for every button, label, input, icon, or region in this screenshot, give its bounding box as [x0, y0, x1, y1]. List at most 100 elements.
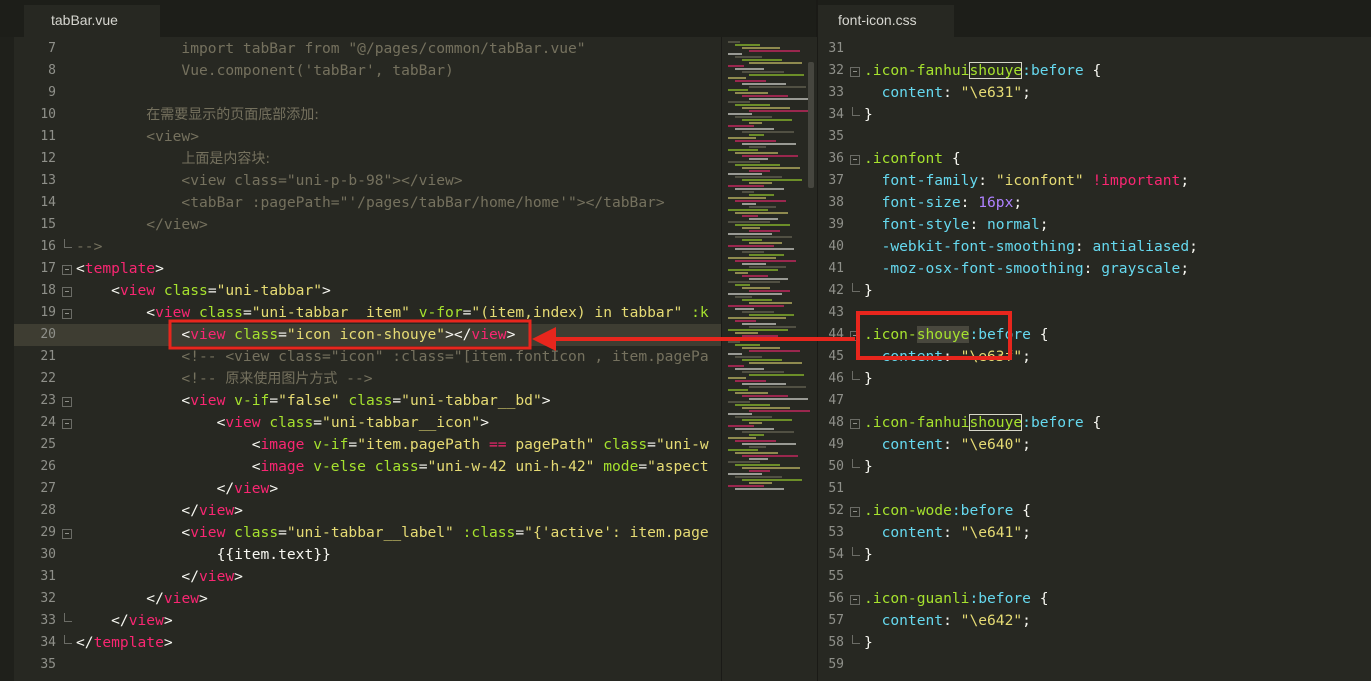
- code-token: :: [943, 524, 961, 541]
- code-line[interactable]: 29 <view class="uni-tabbar__label" :clas…: [14, 522, 721, 544]
- code-line[interactable]: 59: [818, 654, 1371, 676]
- code-line[interactable]: 20 <view class="icon icon-shouye"></view…: [14, 324, 721, 346]
- code-line[interactable]: 31 </view>: [14, 566, 721, 588]
- code-line[interactable]: 44 .icon-shouye:before {: [818, 324, 1371, 346]
- fold-toggle-icon[interactable]: [850, 595, 860, 605]
- code-token: content: [864, 84, 944, 101]
- minimap-line: [735, 284, 750, 286]
- fold-toggle-icon[interactable]: [850, 67, 860, 77]
- minimap-line: [742, 335, 778, 337]
- code-line[interactable]: 14 <tabBar :pagePath="'/pages/tabBar/hom…: [14, 192, 721, 214]
- line-number: 32: [40, 591, 56, 606]
- code-line[interactable]: 38 font-size: 16px;: [818, 192, 1371, 214]
- code-line[interactable]: 27 </view>: [14, 478, 721, 500]
- left-editor[interactable]: 7 import tabBar from "@/pages/common/tab…: [14, 37, 721, 681]
- code-line[interactable]: 55: [818, 566, 1371, 588]
- tab-font-icon-css[interactable]: font-icon.css: [818, 5, 954, 37]
- fold-toggle-icon[interactable]: [62, 265, 72, 275]
- minimap-line: [742, 383, 786, 385]
- code-line[interactable]: 56 .icon-guanli:before {: [818, 588, 1371, 610]
- code-line[interactable]: 7 import tabBar from "@/pages/common/tab…: [14, 38, 721, 60]
- code-line[interactable]: 53 content: "\e641";: [818, 522, 1371, 544]
- code-line[interactable]: 15 </view>: [14, 214, 721, 236]
- code-line[interactable]: 45 content: "\e63f";: [818, 346, 1371, 368]
- code-line[interactable]: 8 Vue.component('tabBar', tabBar): [14, 60, 721, 82]
- code-line[interactable]: 49 content: "\e640";: [818, 434, 1371, 456]
- fold-toggle-icon[interactable]: [62, 287, 72, 297]
- code-line[interactable]: 26 <image v-else class = "uni-w-42 uni-h-4…: [14, 456, 721, 478]
- code-line[interactable]: 35: [14, 654, 721, 676]
- code-line[interactable]: 9: [14, 82, 721, 104]
- code-line[interactable]: 36 .iconfont {: [818, 148, 1371, 170]
- tab-tabbar-vue[interactable]: tabBar.vue: [24, 5, 160, 37]
- code-line[interactable]: 57 content: "\e642";: [818, 610, 1371, 632]
- code-token: >: [163, 634, 173, 651]
- minimap-line: [735, 428, 774, 430]
- code-line[interactable]: 35: [818, 126, 1371, 148]
- code-token: =: [515, 524, 525, 541]
- right-editor[interactable]: 31 32 .icon-fanhuishouye:before {33 conten…: [818, 37, 1371, 681]
- line-number: 45: [828, 349, 844, 364]
- minimap-line: [749, 410, 810, 412]
- fold-toggle-icon[interactable]: [850, 155, 860, 165]
- code-line[interactable]: 42}: [818, 280, 1371, 302]
- minimap[interactable]: [721, 37, 817, 681]
- code-line[interactable]: 28 </view>: [14, 500, 721, 522]
- code-line[interactable]: 32 </view>: [14, 588, 721, 610]
- code-line[interactable]: 19 <view class="uni-tabbar__item" v-for=…: [14, 302, 721, 324]
- code-line[interactable]: 34 </template>: [14, 632, 721, 654]
- minimap-line: [742, 323, 776, 325]
- code-line[interactable]: 33 </view>: [14, 610, 721, 632]
- fold-toggle-icon[interactable]: [62, 309, 72, 319]
- fold-toggle-icon[interactable]: [62, 419, 72, 429]
- code-line[interactable]: 31: [818, 38, 1371, 60]
- code-line[interactable]: 58}: [818, 632, 1371, 654]
- line-number: 59: [828, 657, 844, 672]
- code-line[interactable]: 43: [818, 302, 1371, 324]
- code-line[interactable]: 17 <template>: [14, 258, 721, 280]
- fold-toggle-icon[interactable]: [850, 419, 860, 429]
- minimap-line: [728, 41, 740, 43]
- code-line[interactable]: 47: [818, 390, 1371, 412]
- code-line[interactable]: 41 -moz-osx-font-smoothing: grayscale;: [818, 258, 1371, 280]
- minimap-line: [728, 113, 752, 115]
- minimap-line: [735, 392, 768, 394]
- scrollbar[interactable]: [808, 62, 814, 188]
- code-line[interactable]: 30 {{item.text}}: [14, 544, 721, 566]
- code-line[interactable]: 18 <view class="uni-tabbar">: [14, 280, 721, 302]
- code-token: class: [339, 392, 393, 409]
- code-line[interactable]: 46}: [818, 368, 1371, 390]
- fold-toggle-icon[interactable]: [850, 507, 860, 517]
- code-line[interactable]: 34}: [818, 104, 1371, 126]
- minimap-line: [735, 296, 752, 298]
- code-line[interactable]: 24 <view class="uni-tabbar__icon">: [14, 412, 721, 434]
- code-line[interactable]: 52 .icon-wode:before {: [818, 500, 1371, 522]
- code-line[interactable]: 16 -->: [14, 236, 721, 258]
- code-line[interactable]: 12 上面是内容块:: [14, 148, 721, 170]
- code-line[interactable]: 37 font-family: "iconfont" !important;: [818, 170, 1371, 192]
- code-line[interactable]: 10 在需要显示的页面底部添加:: [14, 104, 721, 126]
- code-line[interactable]: 22 <!-- 原来使用图片方式 -->: [14, 368, 721, 390]
- minimap-line: [742, 215, 758, 217]
- code-line[interactable]: 40 -webkit-font-smoothing: antialiased;: [818, 236, 1371, 258]
- code-line[interactable]: 11 <view>: [14, 126, 721, 148]
- fold-toggle-icon[interactable]: [62, 529, 72, 539]
- fold-toggle-icon[interactable]: [850, 331, 860, 341]
- code-line[interactable]: 48 .icon-fanhuishouye:before {: [818, 412, 1371, 434]
- code-line[interactable]: 50}: [818, 456, 1371, 478]
- minimap-line: [728, 245, 774, 247]
- minimap-line: [728, 221, 770, 223]
- code-line[interactable]: 54}: [818, 544, 1371, 566]
- code-line[interactable]: 25 <image v-if="item.pagePath == pagePat…: [14, 434, 721, 456]
- code-line[interactable]: 21 <!-- <view class="icon" :class="[item…: [14, 346, 721, 368]
- code-text: </view>: [76, 588, 208, 610]
- code-line[interactable]: 33 content: "\e631";: [818, 82, 1371, 104]
- code-line[interactable]: 13 <view class="uni-p-b-98"></view>: [14, 170, 721, 192]
- code-line[interactable]: 51: [818, 478, 1371, 500]
- code-line[interactable]: 39 font-style: normal;: [818, 214, 1371, 236]
- code-line[interactable]: 23 <view v-if="false" class="uni-tabbar_…: [14, 390, 721, 412]
- code-line[interactable]: 32 .icon-fanhuishouye:before {: [818, 60, 1371, 82]
- minimap-line: [735, 452, 778, 454]
- code-token: class: [225, 326, 279, 343]
- fold-toggle-icon[interactable]: [62, 397, 72, 407]
